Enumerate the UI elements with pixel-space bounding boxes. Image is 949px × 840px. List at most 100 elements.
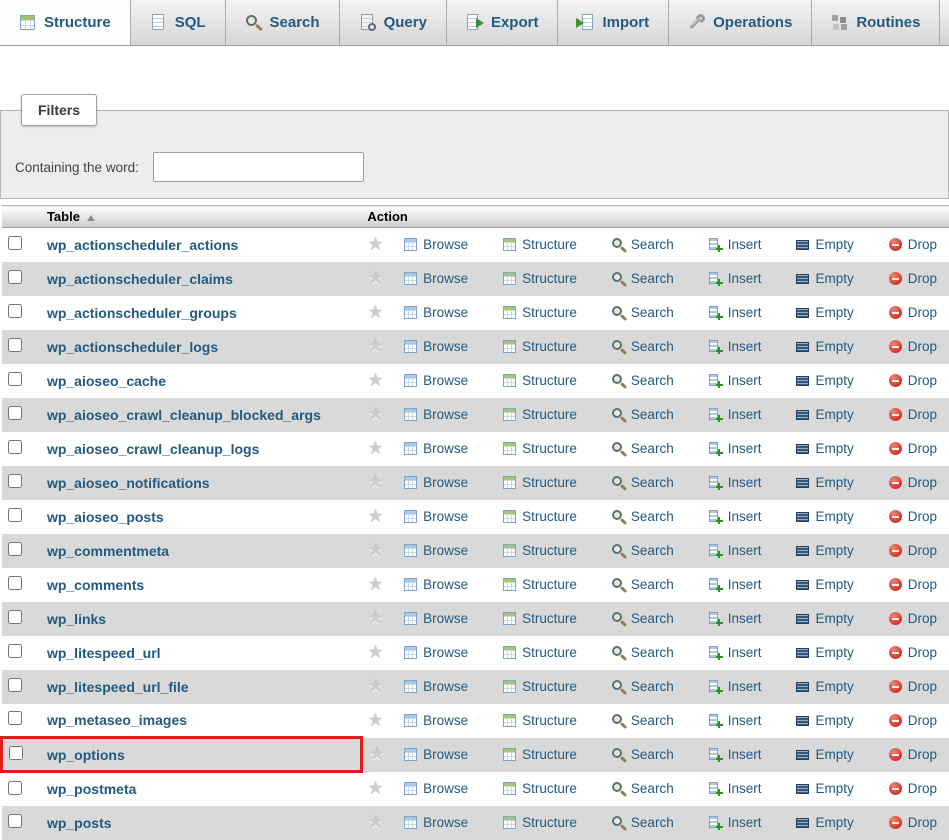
search-action-link[interactable]: Search [611, 781, 674, 796]
browse-action-link[interactable]: Browse [403, 305, 468, 320]
empty-action-link[interactable]: Empty [795, 747, 853, 762]
drop-action-link[interactable]: Drop [888, 747, 937, 762]
empty-action-link[interactable]: Empty [795, 543, 853, 558]
favorite-star-icon[interactable] [367, 438, 383, 458]
empty-action-link[interactable]: Empty [795, 645, 853, 660]
favorite-star-icon[interactable] [367, 676, 383, 696]
table-name-link[interactable]: wp_postmeta [47, 781, 136, 797]
insert-action-link[interactable]: Insert [708, 577, 762, 592]
favorite-star-icon[interactable] [367, 268, 383, 288]
drop-action-link[interactable]: Drop [888, 237, 937, 252]
row-checkbox[interactable] [9, 746, 23, 760]
drop-action-link[interactable]: Drop [888, 713, 937, 728]
search-action-link[interactable]: Search [611, 577, 674, 592]
empty-action-link[interactable]: Empty [795, 679, 853, 694]
structure-action-link[interactable]: Structure [502, 815, 577, 830]
table-name-link[interactable]: wp_aioseo_notifications [47, 475, 210, 491]
table-name-link[interactable]: wp_actionscheduler_actions [47, 237, 238, 253]
search-action-link[interactable]: Search [611, 645, 674, 660]
table-name-link[interactable]: wp_aioseo_crawl_cleanup_logs [47, 441, 259, 457]
drop-action-link[interactable]: Drop [888, 441, 937, 456]
drop-action-link[interactable]: Drop [888, 339, 937, 354]
drop-action-link[interactable]: Drop [888, 543, 937, 558]
table-name-link[interactable]: wp_actionscheduler_logs [47, 339, 218, 355]
table-name-link[interactable]: wp_aioseo_posts [47, 509, 164, 525]
favorite-star-icon[interactable] [367, 608, 383, 628]
table-name-link[interactable]: wp_actionscheduler_claims [47, 271, 233, 287]
browse-action-link[interactable]: Browse [403, 815, 468, 830]
row-checkbox[interactable] [8, 814, 22, 828]
row-checkbox[interactable] [8, 508, 22, 522]
search-action-link[interactable]: Search [611, 475, 674, 490]
structure-action-link[interactable]: Structure [502, 713, 577, 728]
table-name-link[interactable]: wp_comments [47, 577, 144, 593]
drop-action-link[interactable]: Drop [888, 577, 937, 592]
row-checkbox[interactable] [8, 576, 22, 590]
empty-action-link[interactable]: Empty [795, 713, 853, 728]
empty-action-link[interactable]: Empty [795, 781, 853, 796]
favorite-star-icon[interactable] [367, 370, 383, 390]
insert-action-link[interactable]: Insert [708, 305, 762, 320]
structure-action-link[interactable]: Structure [502, 509, 577, 524]
row-checkbox[interactable] [8, 338, 22, 352]
browse-action-link[interactable]: Browse [403, 237, 468, 252]
favorite-star-icon[interactable] [367, 506, 383, 526]
favorite-star-icon[interactable] [367, 234, 383, 254]
structure-action-link[interactable]: Structure [502, 679, 577, 694]
insert-action-link[interactable]: Insert [708, 679, 762, 694]
browse-action-link[interactable]: Browse [403, 645, 468, 660]
row-checkbox[interactable] [8, 542, 22, 556]
row-checkbox[interactable] [8, 644, 22, 658]
search-action-link[interactable]: Search [611, 815, 674, 830]
empty-action-link[interactable]: Empty [795, 611, 853, 626]
empty-action-link[interactable]: Empty [795, 339, 853, 354]
browse-action-link[interactable]: Browse [403, 577, 468, 592]
structure-action-link[interactable]: Structure [502, 577, 577, 592]
structure-action-link[interactable]: Structure [502, 645, 577, 660]
browse-action-link[interactable]: Browse [403, 339, 468, 354]
empty-action-link[interactable]: Empty [795, 237, 853, 252]
tab-query[interactable]: Query [340, 0, 447, 45]
insert-action-link[interactable]: Insert [708, 815, 762, 830]
favorite-star-icon[interactable] [369, 744, 385, 764]
empty-action-link[interactable]: Empty [795, 407, 853, 422]
row-checkbox[interactable] [8, 474, 22, 488]
structure-action-link[interactable]: Structure [502, 305, 577, 320]
insert-action-link[interactable]: Insert [708, 237, 762, 252]
favorite-star-icon[interactable] [367, 540, 383, 560]
table-name-link[interactable]: wp_litespeed_url_file [47, 679, 189, 695]
insert-action-link[interactable]: Insert [708, 543, 762, 558]
browse-action-link[interactable]: Browse [403, 441, 468, 456]
tab-sql[interactable]: SQL [131, 0, 226, 45]
structure-action-link[interactable]: Structure [502, 339, 577, 354]
structure-action-link[interactable]: Structure [502, 373, 577, 388]
structure-action-link[interactable]: Structure [502, 781, 577, 796]
structure-action-link[interactable]: Structure [502, 747, 577, 762]
search-action-link[interactable]: Search [611, 339, 674, 354]
structure-action-link[interactable]: Structure [502, 543, 577, 558]
structure-action-link[interactable]: Structure [502, 611, 577, 626]
row-checkbox[interactable] [8, 678, 22, 692]
structure-action-link[interactable]: Structure [502, 271, 577, 286]
insert-action-link[interactable]: Insert [708, 475, 762, 490]
browse-action-link[interactable]: Browse [403, 373, 468, 388]
drop-action-link[interactable]: Drop [888, 407, 937, 422]
drop-action-link[interactable]: Drop [888, 781, 937, 796]
insert-action-link[interactable]: Insert [708, 441, 762, 456]
browse-action-link[interactable]: Browse [403, 509, 468, 524]
search-action-link[interactable]: Search [611, 679, 674, 694]
drop-action-link[interactable]: Drop [888, 611, 937, 626]
table-name-link[interactable]: wp_links [47, 611, 106, 627]
insert-action-link[interactable]: Insert [708, 713, 762, 728]
search-action-link[interactable]: Search [611, 747, 674, 762]
search-action-link[interactable]: Search [611, 611, 674, 626]
structure-action-link[interactable]: Structure [502, 441, 577, 456]
search-action-link[interactable]: Search [611, 713, 674, 728]
browse-action-link[interactable]: Browse [403, 407, 468, 422]
table-name-link[interactable]: wp_metaseo_images [47, 712, 187, 728]
empty-action-link[interactable]: Empty [795, 271, 853, 286]
table-name-link[interactable]: wp_litespeed_url [47, 645, 161, 661]
search-action-link[interactable]: Search [611, 305, 674, 320]
tab-search[interactable]: Search [226, 0, 340, 45]
row-checkbox[interactable] [8, 781, 22, 795]
